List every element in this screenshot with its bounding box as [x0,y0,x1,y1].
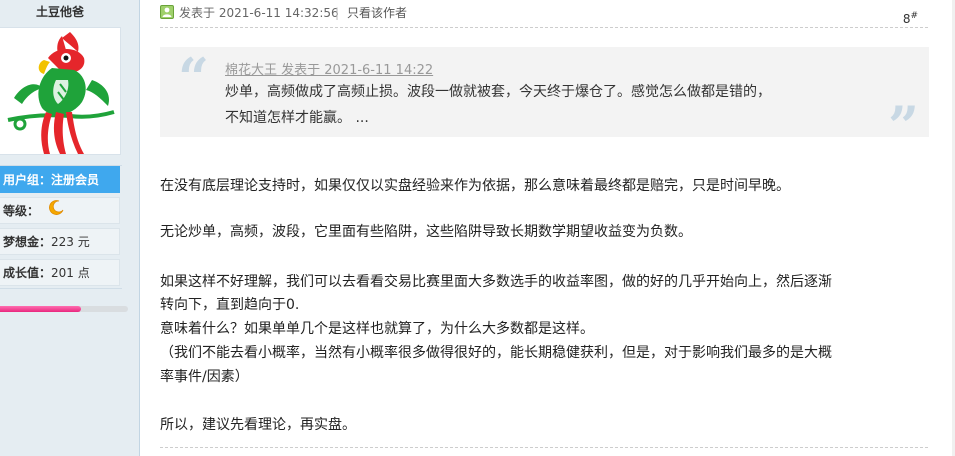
post-paragraph: （我们不能去看小概率，当然有小概率很多做得很好的，能长期稳健获利，但是，对于影响… [160,345,832,361]
floor-number[interactable]: 8# [903,7,918,28]
level-label: 等级： [3,204,40,218]
moon-icon [48,198,65,225]
post-paragraph: 所以，建议先看理论，再实盘。 [160,417,356,433]
post-paragraph: 转向下，直到趋向于0. [160,297,300,313]
author-stats: 用户组：注册会员 等级： 梦想金：223 元 成长值：201 点 [0,165,122,289]
only-author-link[interactable]: 只看该作者 [347,4,407,22]
points-value: 223 元 [51,235,90,249]
growth-label: 成长值： [3,266,52,280]
growth-progress-fill [0,306,81,312]
user-growth: 成长值：201 点 [0,259,120,286]
post-time: 发表于 2021-6-11 14:32:56 [179,6,339,20]
quote-line-1: 炒单，高频做成了高频止损。波段一做就被套，今天终于爆仓了。感觉怎么做都是错的， [225,84,771,100]
author-name[interactable]: 土豆他爸 [0,3,120,20]
header-divider [160,27,928,28]
user-points: 梦想金：223 元 [0,228,120,255]
post-paragraph: 率事件/因素） [160,369,249,385]
growth-progress-bar [0,306,128,312]
open-quote-icon: “ [178,46,210,110]
parrot-avatar-icon [7,32,115,154]
close-quote-icon: ” [888,94,920,158]
post-paragraph: 无论炒单，高频，波段，它里面有些陷阱，这些陷阱导致长期数学期望收益变为负数。 [160,224,692,240]
post-footer-divider [160,447,928,448]
avatar[interactable] [0,27,121,155]
user-level: 等级： [0,197,120,224]
quote-block: “ 棉花大王 发表于 2021-6-11 14:22 炒单，高频做成了高频止损。… [160,46,929,153]
points-label: 梦想金： [3,235,52,249]
header-separator: | [335,6,340,20]
post-paragraph: 意味着什么？如果单单几个是这样也就算了，为什么大多数都是这样。 [160,321,594,337]
post-paragraph: 如果这样不好理解，我们可以去看看交易比赛里面大多数选手的收益率图，做的好的几乎开… [160,274,832,290]
growth-value: 201 点 [51,266,90,280]
quote-citation-link[interactable]: 棉花大王 发表于 2021-6-11 14:22 [225,59,433,78]
online-status-icon [160,5,174,19]
author-sidebar: 土豆他爸 用户组：注册会员 等级： 梦想金：223 元 成长值：201 点 [0,0,140,456]
floor-mark: # [910,11,918,21]
post-paragraph: 在没有底层理论支持时，如果仅仅以实盘经验来作为依据，那么意味着最终都是赔完，只是… [160,178,790,194]
quote-line-2: 不知道怎样才能赢。 ... [225,110,369,126]
user-group[interactable]: 用户组：注册会员 [0,166,120,193]
post-header: 发表于 2021-6-11 14:32:56 | 只看该作者 8# [160,4,930,26]
